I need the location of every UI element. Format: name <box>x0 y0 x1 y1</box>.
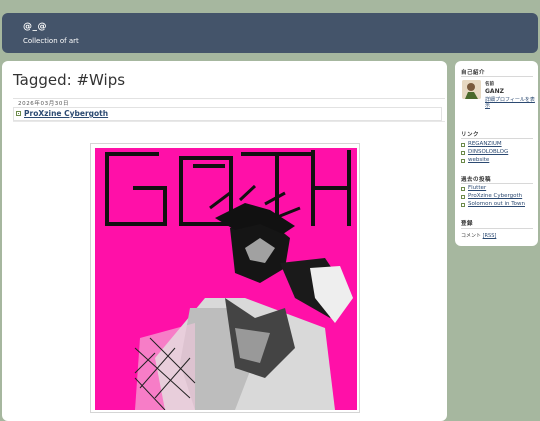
post-title-link[interactable]: ProXzine Cybergoth <box>24 109 108 118</box>
post-header: ProXzine Cybergoth <box>13 107 442 121</box>
recent-post-proxzine[interactable]: ProXzine Cybergoth <box>468 193 522 199</box>
link-bullet-icon <box>461 203 465 207</box>
divider <box>13 121 445 122</box>
recent-posts-heading: 過去の投稿 <box>461 177 492 183</box>
divider <box>461 76 533 77</box>
sidebar: 自己紹介 名前 GANZ 詳細プロフィールを表示 リンク REGANZIUM D… <box>455 61 538 246</box>
sidebar-link-reganzium[interactable]: REGANZIUM <box>468 141 502 147</box>
profile-details-link[interactable]: 詳細プロフィールを表示 <box>485 97 535 109</box>
recent-post-flutter[interactable]: Flutter <box>468 185 486 191</box>
avatar[interactable] <box>462 80 481 99</box>
comments-label: コメント <box>461 233 482 239</box>
profile-heading: 自己紹介 <box>461 70 486 76</box>
divider <box>461 183 533 184</box>
rss-link[interactable]: [RSS] <box>483 233 497 239</box>
blog-header: @_@ Collection of art <box>2 13 538 53</box>
post-bullet-icon <box>16 111 21 116</box>
link-bullet-icon <box>461 159 465 163</box>
link-bullet-icon <box>461 143 465 147</box>
links-heading: リンク <box>461 132 480 138</box>
comments-feed: コメント [RSS] <box>461 232 496 239</box>
divider <box>461 138 533 139</box>
recent-post-solomon[interactable]: Solomon out in Town <box>468 201 525 207</box>
divider <box>461 228 533 229</box>
profile-name: GANZ <box>485 88 504 95</box>
link-bullet-icon <box>461 151 465 155</box>
post-image[interactable] <box>90 143 360 413</box>
blog-description: Collection of art <box>23 37 79 45</box>
link-bullet-icon <box>461 187 465 191</box>
artwork-illustration <box>95 148 357 410</box>
post-date-bar: 2026年03月30日 <box>13 98 445 107</box>
subscribe-heading: 登録 <box>461 221 474 227</box>
blog-title[interactable]: @_@ <box>23 22 47 32</box>
sidebar-link-dinsoloblog[interactable]: DINSOLOBLOG <box>468 149 508 155</box>
avatar-image <box>462 80 481 99</box>
sidebar-link-website[interactable]: website <box>468 157 489 163</box>
link-bullet-icon <box>461 195 465 199</box>
post-date: 2026年03月30日 <box>18 101 70 107</box>
page-title: Tagged: #Wips <box>13 71 126 89</box>
profile-name-label: 名前 <box>485 82 494 87</box>
